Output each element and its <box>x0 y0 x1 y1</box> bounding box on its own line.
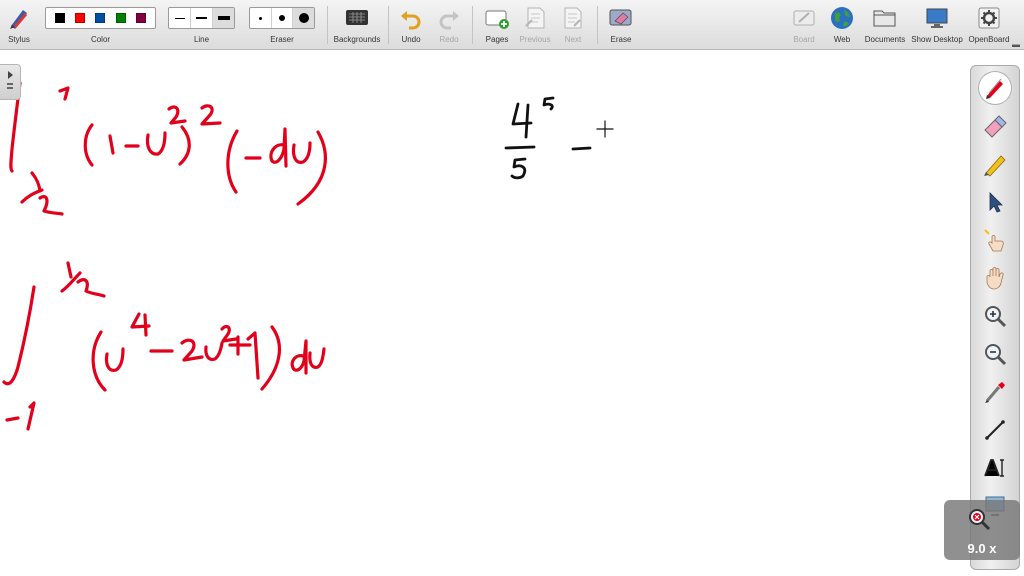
undo-icon <box>401 11 421 30</box>
next-page-button[interactable]: Next <box>556 0 590 50</box>
zoom-level-text: 9.0 x <box>967 541 997 556</box>
cursor-crosshair-icon <box>596 120 614 138</box>
previous-page-button[interactable]: Previous <box>517 0 553 50</box>
main-toolbar: Stylus Color Line Eraser Backgrounds Und… <box>0 0 1024 50</box>
board-label: Board <box>793 35 815 44</box>
pen-icon <box>986 78 1003 99</box>
handwriting-layer <box>2 81 614 431</box>
zoom-close-icon[interactable] <box>966 506 992 532</box>
backgrounds-button[interactable]: Backgrounds <box>331 0 383 50</box>
capture-icon <box>985 382 1005 403</box>
toolbar-divider <box>388 6 389 44</box>
whiteboard-canvas[interactable] <box>0 51 1024 576</box>
black-fraction-work <box>504 96 592 180</box>
hand-icon <box>986 267 1004 290</box>
hand-tool-button[interactable] <box>979 262 1011 294</box>
pointer-icon <box>989 192 1003 213</box>
documents-label: Documents <box>864 35 906 44</box>
erase-label: Erase <box>610 35 632 44</box>
pages-label: Pages <box>485 35 509 44</box>
backgrounds-label: Backgrounds <box>333 35 381 44</box>
color-group: Color <box>45 0 156 50</box>
openboard-button[interactable]: OpenBoard <box>966 0 1012 50</box>
pen-tool-button[interactable] <box>979 72 1011 104</box>
stylus-label: Stylus <box>8 35 30 44</box>
zoom-in-tool-button[interactable] <box>979 300 1011 332</box>
pages-button[interactable]: Pages <box>479 0 515 50</box>
text-tool-button[interactable] <box>979 452 1011 484</box>
line-label: Line <box>193 35 210 44</box>
toolbar-divider <box>472 6 473 44</box>
next-page-icon <box>564 7 582 29</box>
redo-icon <box>439 11 459 30</box>
globe-icon <box>831 7 853 29</box>
integral-expression-2 <box>2 261 326 431</box>
board-icon <box>793 10 815 26</box>
show-desktop-label: Show Desktop <box>911 35 963 44</box>
line-icon <box>985 420 1005 440</box>
expand-arrow-icon <box>7 71 13 89</box>
monitor-icon <box>926 8 948 28</box>
laser-pointer-tool-button[interactable] <box>979 224 1011 256</box>
left-panel-toggle[interactable] <box>0 64 21 100</box>
documents-button[interactable]: Documents <box>862 0 908 50</box>
zoom-out-tool-button[interactable] <box>979 338 1011 370</box>
redo-label: Redo <box>439 35 459 44</box>
previous-page-icon <box>525 7 545 29</box>
line-group: Line <box>168 0 235 50</box>
eraser-tool-button[interactable] <box>979 110 1011 142</box>
eraser-group: Eraser <box>249 0 315 50</box>
web-button[interactable]: Web <box>825 0 859 50</box>
text-icon <box>984 459 1004 477</box>
line-tool-button[interactable] <box>979 414 1011 446</box>
eraser-icon <box>984 115 1007 138</box>
capture-tool-button[interactable] <box>979 376 1011 408</box>
erase-button[interactable]: Erase <box>603 0 639 50</box>
highlighter-icon <box>984 155 1006 177</box>
toolbar-divider <box>597 6 598 44</box>
gear-icon <box>978 7 1000 29</box>
redo-button[interactable]: Redo <box>432 0 466 50</box>
zoom-out-icon <box>985 344 1007 366</box>
zoom-in-icon <box>985 306 1007 328</box>
previous-label: Previous <box>519 35 551 44</box>
highlighter-tool-button[interactable] <box>979 148 1011 180</box>
tool-palette <box>970 65 1020 570</box>
pointer-tool-button[interactable] <box>979 186 1011 218</box>
next-label: Next <box>564 35 582 44</box>
eraser-label: Eraser <box>270 35 294 44</box>
backgrounds-icon <box>346 10 368 25</box>
erase-page-icon <box>609 9 632 26</box>
stylus-icon <box>10 10 28 29</box>
window-resize-icon[interactable]: ▬ <box>1012 40 1020 49</box>
add-page-icon <box>485 10 509 29</box>
openboard-label: OpenBoard <box>968 35 1010 44</box>
web-label: Web <box>833 35 851 44</box>
color-label: Color <box>90 35 111 44</box>
zoom-indicator: 9.0 x <box>944 500 1020 560</box>
board-button[interactable]: Board <box>787 0 821 50</box>
undo-button[interactable]: Undo <box>394 0 428 50</box>
laser-pointer-icon <box>984 229 1004 252</box>
undo-label: Undo <box>401 35 421 44</box>
stylus-button[interactable]: Stylus <box>0 0 38 50</box>
show-desktop-button[interactable]: Show Desktop <box>910 0 964 50</box>
toolbar-divider <box>327 6 328 44</box>
folder-icon <box>873 10 896 27</box>
integral-expression-1 <box>9 81 327 216</box>
